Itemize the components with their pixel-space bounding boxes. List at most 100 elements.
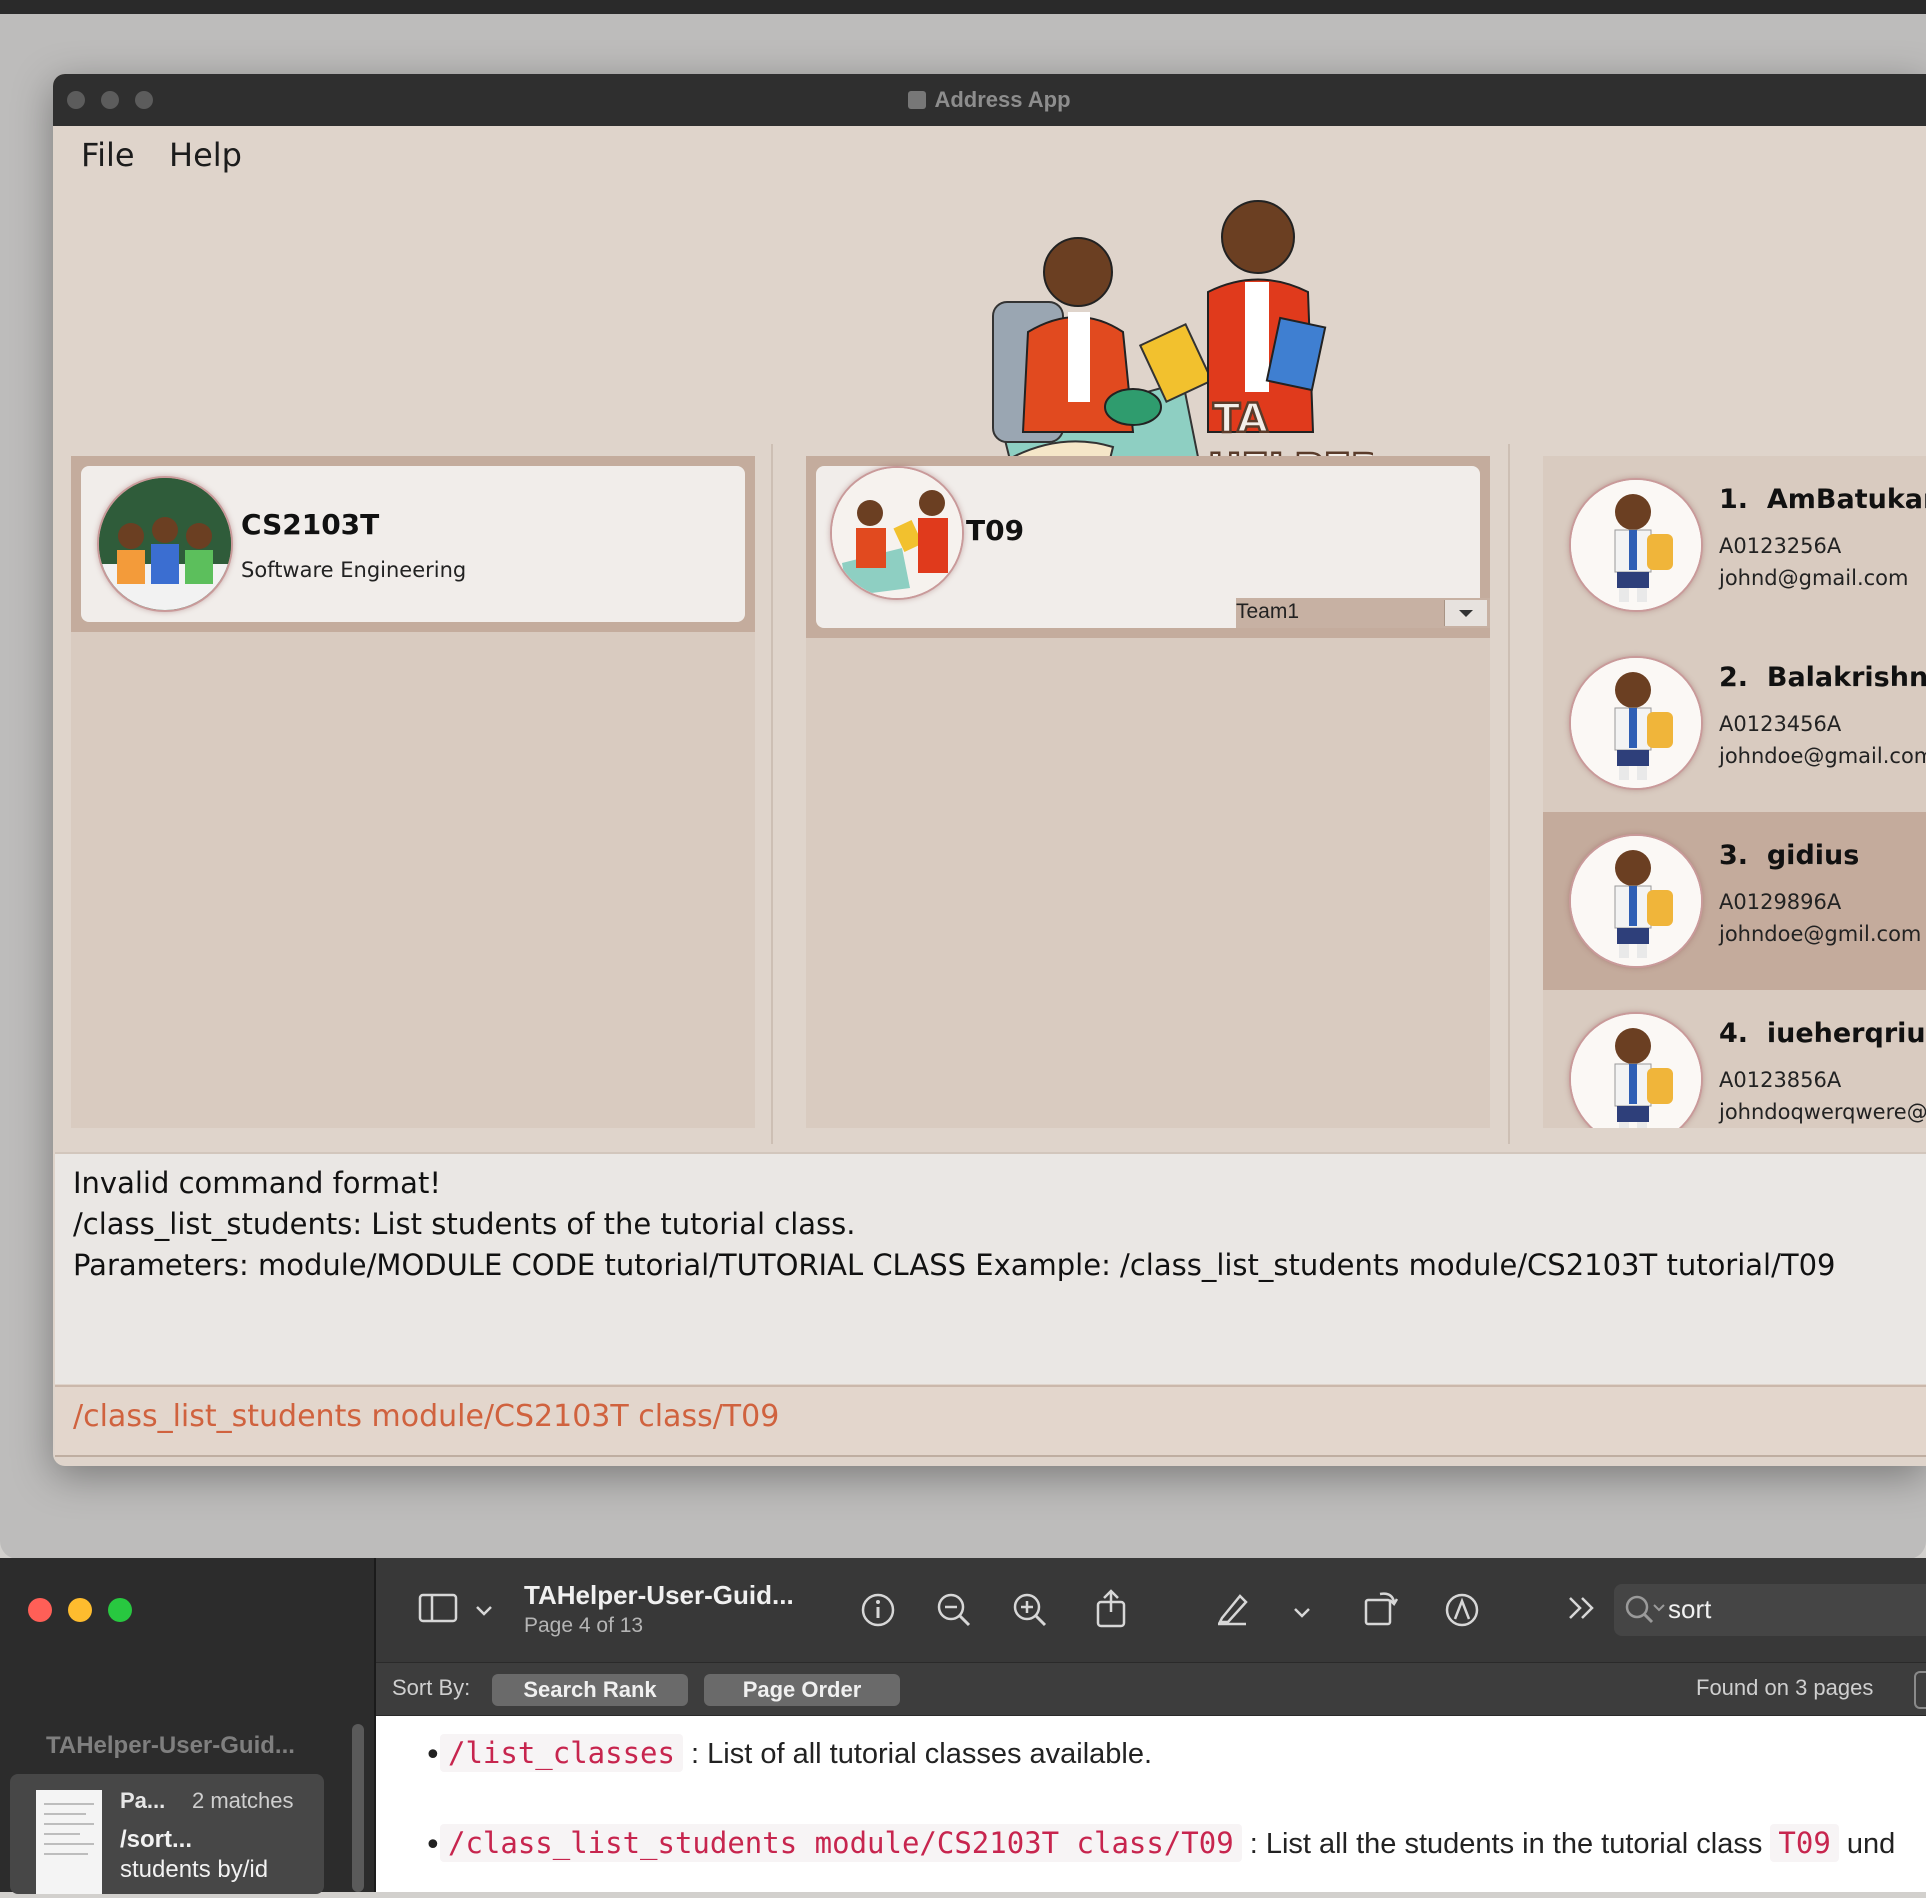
result-snippet: students by/id [120,1856,269,1883]
desktop-top-strip [0,0,1926,14]
student-name-text: AmBatukam [1766,484,1926,515]
student-list-panel: 1. AmBatukam A0123256A johnd@gmail.com 2. B… [1543,456,1926,1128]
module-avatar [97,476,233,612]
student-index: 2. [1719,662,1749,693]
document-title: TAHelper-User-Guid... [524,1580,794,1610]
result-snippet: /sort... [120,1826,193,1853]
inline-code: T09 [1770,1824,1839,1862]
class-card-selected[interactable]: T09 Team1 [806,456,1490,638]
sidebar-toggle-icon[interactable] [418,1592,458,1632]
page-order-button[interactable]: Page Order [704,1674,900,1706]
search-rank-button[interactable]: Search Rank [492,1674,688,1706]
address-app-window: Address App File Help TA CS2103T Softwar… [53,74,1926,1466]
done-button[interactable] [1914,1671,1926,1709]
result-page-label: Pa... [120,1788,166,1813]
student-card[interactable]: 2. Balakrishna A0123456A johndoe@gmail.com [1543,634,1926,812]
student-email: johndoe@gmail.com [1719,744,1926,768]
page-thumbnail [36,1790,102,1894]
share-icon[interactable] [1094,1588,1128,1636]
student-name: 1. AmBatukam [1719,484,1926,515]
class-name: T09 [966,514,1025,547]
markup-icon[interactable] [1444,1592,1480,1636]
class-list-panel: T09 Team1 [806,456,1490,1128]
doc-line: /list_classes : List of all tutorial cla… [440,1734,1153,1772]
search-input[interactable]: sort [1668,1594,1711,1625]
preview-window: TAHelper-User-Guid... Pa... 2 matches /s… [0,1558,1926,1894]
module-card[interactable]: CS2103T Software Engineering [81,466,745,622]
result-line: Invalid command format! [73,1166,441,1200]
doc-text: und [1838,1828,1896,1860]
panel-divider[interactable] [771,444,773,1144]
module-list-panel: CS2103T Software Engineering [71,456,755,1128]
student-avatar [1569,1012,1703,1128]
menu-bar: File Help [53,126,1926,182]
window-titlebar: Address App [53,74,1926,126]
rotate-icon[interactable] [1362,1588,1400,1636]
search-icon [1624,1594,1668,1630]
more-tools-icon[interactable] [1566,1594,1598,1630]
command-input[interactable]: /class_list_students module/CS2103T clas… [73,1399,779,1434]
page-indicator: Page 4 of 13 [524,1614,644,1637]
app-icon [908,91,927,109]
zoom-in-icon[interactable] [1012,1592,1048,1636]
student-email: johndoqwerqwere@ [1719,1100,1926,1124]
chevron-down-icon[interactable] [1444,600,1487,626]
team-select-value: Team1 [1236,600,1300,623]
class-avatar [830,466,964,600]
search-field[interactable]: sort [1614,1584,1926,1636]
student-card[interactable]: 3. gidius A0129896A johndoe@gmil.com [1543,812,1926,990]
module-card-selected[interactable]: CS2103T Software Engineering [71,456,755,632]
sidebar-scrollbar[interactable] [352,1724,364,1892]
panel-divider[interactable] [1508,444,1510,1144]
found-pages-text: Found on 3 pages [1696,1675,1874,1700]
window-title-text: Address App [934,87,1071,112]
window-title: Address App [53,74,1926,126]
command-input-box[interactable]: /class_list_students module/CS2103T clas… [55,1385,1926,1457]
document-page: • /list_classes : List of all tutorial c… [376,1716,1926,1892]
zoom-window-button[interactable] [108,1598,132,1622]
team-select[interactable]: Team1 [1236,598,1490,628]
logo-text-ta: TA [1213,396,1268,442]
minimize-window-button[interactable] [68,1598,92,1622]
menu-file[interactable]: File [81,136,135,174]
student-index: 3. [1719,840,1749,871]
zoom-out-icon[interactable] [936,1592,972,1636]
student-id: A0123856A [1719,1068,1842,1092]
result-line: /class_list_students: List students of t… [73,1207,856,1241]
module-name: Software Engineering [241,558,467,582]
sidebar-doc-title: TAHelper-User-Guid... [46,1732,295,1759]
student-id: A0123256A [1719,534,1842,558]
student-name-text: iueherqriuw [1766,1018,1926,1049]
preview-toolbar: TAHelper-User-Guid... Page 4 of 13 sort [376,1558,1926,1662]
result-line: Parameters: module/MODULE CODE tutorial/… [73,1248,1836,1282]
close-window-button[interactable] [28,1598,52,1622]
module-code: CS2103T [241,508,380,541]
student-index: 4. [1719,1018,1749,1049]
inline-code: /list_classes [440,1734,683,1772]
menu-help[interactable]: Help [169,136,242,174]
student-id: A0123456A [1719,712,1842,736]
preview-sidebar: TAHelper-User-Guid... Pa... 2 matches /s… [0,1558,376,1894]
student-email: johnd@gmail.com [1719,566,1909,590]
result-display: Invalid command format! /class_list_stud… [55,1152,1926,1384]
student-name: 3. gidius [1719,840,1859,871]
student-card[interactable]: 4. iueherqriuw A0123856A johndoqwerqwere@ [1543,990,1926,1128]
student-name: 2. Balakrishna [1719,662,1926,693]
student-avatar [1569,834,1703,968]
highlight-pen-icon[interactable] [1212,1590,1252,1636]
sort-by-label: Sort By: [392,1675,471,1700]
chevron-down-icon[interactable] [1292,1596,1312,1631]
student-email: johndoe@gmil.com [1719,922,1922,946]
student-avatar [1569,478,1703,612]
search-result-item[interactable]: Pa... 2 matches /sort... students by/id [10,1774,324,1894]
doc-text: : List all the students in the tutorial … [1241,1828,1771,1860]
info-icon[interactable] [860,1592,896,1636]
student-name: 4. iueherqriuw [1719,1018,1926,1049]
doc-text: : List of all tutorial classes available… [682,1738,1153,1770]
result-match-count: 2 matches [192,1788,294,1813]
student-index: 1. [1719,484,1749,515]
student-avatar [1569,656,1703,790]
student-card[interactable]: 1. AmBatukam A0123256A johnd@gmail.com [1543,456,1926,634]
chevron-down-icon[interactable] [474,1594,494,1629]
class-card[interactable]: T09 Team1 [816,466,1490,628]
